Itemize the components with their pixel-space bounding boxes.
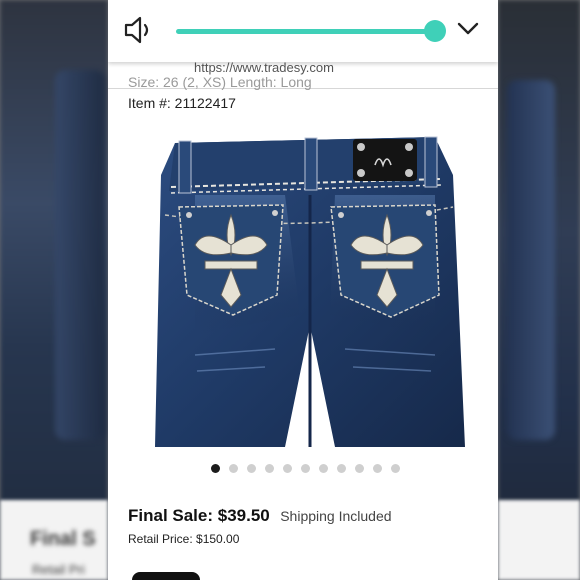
retail-price: Retail Price: $150.00 [128, 532, 240, 546]
carousel-dot[interactable] [283, 464, 292, 473]
carousel-dot[interactable] [355, 464, 364, 473]
background-ghost-subtitle: Retail Pri [32, 562, 85, 577]
final-sale-price: Final Sale: $39.50 [128, 506, 270, 525]
volume-slider-handle[interactable] [424, 20, 447, 42]
background-right-jeans [507, 80, 555, 440]
carousel-dot[interactable] [337, 464, 346, 473]
volume-slider[interactable] [176, 29, 436, 34]
carousel-dot[interactable] [229, 464, 238, 473]
chevron-down-icon[interactable] [456, 18, 480, 40]
shipping-note: Shipping Included [280, 508, 392, 524]
screenshot-panel: https://www.tradesy.com Size: 26 (2, XS)… [108, 0, 498, 580]
product-photo[interactable] [135, 135, 480, 447]
background-ghost-title: Final S [30, 528, 96, 550]
carousel-dot[interactable] [211, 464, 220, 473]
media-controls-bar [108, 0, 498, 62]
carousel-dot[interactable] [265, 464, 274, 473]
carousel-dots [211, 464, 400, 473]
size-length-line: Size: 26 (2, XS) Length: Long [128, 74, 312, 90]
price-row: Final Sale: $39.50 Shipping Included [128, 506, 392, 526]
background-bottom-right [498, 500, 580, 580]
carousel-dot[interactable] [247, 464, 256, 473]
carousel-dot[interactable] [391, 464, 400, 473]
item-number: Item #: 21122417 [128, 95, 236, 111]
speaker-icon[interactable] [122, 14, 156, 46]
url-text: https://www.tradesy.com [194, 60, 334, 75]
carousel-dot[interactable] [301, 464, 310, 473]
carousel-dot[interactable] [373, 464, 382, 473]
bottom-button[interactable] [132, 572, 200, 580]
carousel-dot[interactable] [319, 464, 328, 473]
background-left-jeans [55, 70, 105, 440]
